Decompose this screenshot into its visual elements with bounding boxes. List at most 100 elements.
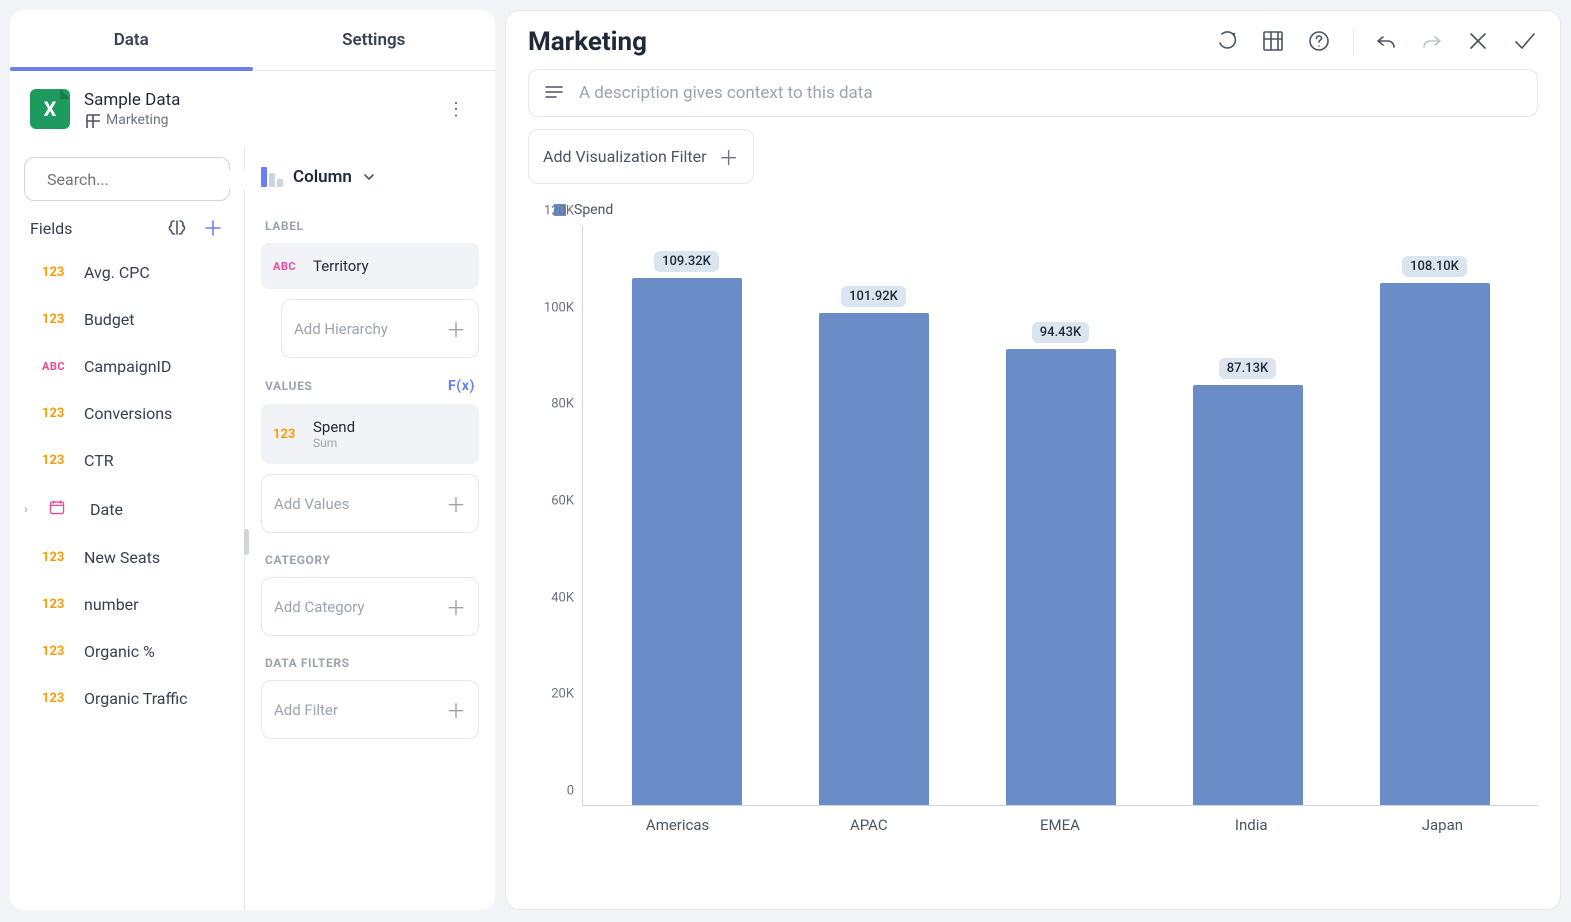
bar-group: 101.92K [780, 226, 967, 805]
text-type-icon: ABC [42, 360, 72, 373]
description-input[interactable]: A description gives context to this data [528, 69, 1538, 117]
datasource-subtitle: Marketing [106, 112, 169, 128]
fields-header: Fields [30, 219, 72, 238]
field-ctr[interactable]: 123CTR [24, 437, 230, 484]
label-chip-territory[interactable]: ABC Territory [261, 243, 479, 289]
field-conversions[interactable]: 123Conversions [24, 390, 230, 437]
grid-icon[interactable] [1261, 29, 1287, 55]
bar[interactable] [1006, 349, 1116, 805]
y-tick: 60K [551, 494, 574, 509]
field-organic-traffic[interactable]: 123 Organic Traffic [24, 675, 230, 722]
redo-icon[interactable] [1420, 29, 1446, 55]
plus-icon: ＋ [719, 142, 739, 171]
x-tick: Americas [582, 816, 773, 834]
plus-icon: ＋ [446, 314, 466, 343]
x-tick: EMEA [964, 816, 1155, 834]
number-type-icon: 123 [42, 691, 72, 706]
datasource: X Sample Data Marketing ⋮ [10, 71, 495, 147]
chevron-down-icon [362, 170, 376, 184]
drop-label: Add Filter [274, 701, 338, 719]
field-date[interactable]: ›Date [24, 484, 230, 534]
bar-group: 108.10K [1341, 226, 1528, 805]
field-name: Avg. CPC [84, 263, 150, 282]
number-type-icon: 123 [42, 597, 72, 612]
config-column: Column LABEL ABC Territory Add Hierarchy… [245, 147, 495, 910]
field-name: Date [90, 500, 123, 519]
left-panel: Data Settings X Sample Data Marketing ⋮ [10, 10, 495, 910]
section-category: CATEGORY [261, 539, 479, 577]
bar[interactable] [819, 313, 929, 805]
bar-label: 94.43K [1032, 322, 1089, 343]
bar[interactable] [632, 278, 742, 805]
bar-label: 109.32K [654, 251, 719, 272]
visualization-panel: Marketing A description gives context to… [505, 10, 1561, 910]
tab-data[interactable]: Data [10, 10, 253, 70]
excel-icon: X [30, 89, 70, 129]
help-icon[interactable] [1307, 29, 1333, 55]
confirm-icon[interactable] [1512, 29, 1538, 55]
add-category-button[interactable]: Add Category ＋ [261, 577, 479, 636]
bar-group: 94.43K [967, 226, 1154, 805]
section-values: VALUES F(x) [261, 364, 479, 404]
add-data-filter-button[interactable]: Add Filter ＋ [261, 680, 479, 739]
resize-handle[interactable] [244, 529, 249, 555]
y-tick: 100K [544, 300, 574, 315]
bar[interactable] [1380, 283, 1490, 805]
y-tick: 40K [551, 590, 574, 605]
plot-area: 109.32K 101.92K 94.43K 87.13K 108.10K [582, 226, 1538, 806]
field-name: number [84, 595, 139, 614]
refresh-icon[interactable] [1215, 29, 1241, 55]
field-campaignid[interactable]: ABC CampaignID [24, 343, 230, 390]
field-list: 123 Avg. CPC 123Budget ABC CampaignID 123Conv… [24, 249, 230, 900]
search-input[interactable] [47, 170, 250, 189]
viz-type-label: Column [293, 167, 352, 187]
number-type-icon: 123 [42, 406, 72, 421]
datasource-title: Sample Data [84, 90, 423, 110]
chip-sublabel: Sum [313, 436, 355, 450]
viz-type-selector[interactable]: Column [261, 163, 479, 205]
drop-label: Add Values [274, 495, 349, 513]
bar[interactable] [1193, 385, 1303, 805]
x-tick: APAC [773, 816, 964, 834]
chip-label: Spend [313, 418, 355, 436]
number-type-icon: 123 [42, 265, 72, 280]
field-name: CampaignID [84, 357, 171, 376]
text-type-icon: ABC [273, 260, 303, 273]
field-name: New Seats [84, 548, 160, 567]
fx-button[interactable]: F(x) [448, 378, 475, 394]
legend: Spend [528, 202, 1538, 218]
add-field-icon[interactable] [202, 217, 224, 239]
legend-label: Spend [574, 202, 613, 218]
number-type-icon: 123 [42, 550, 72, 565]
y-tick: 20K [551, 687, 574, 702]
tabs: Data Settings [10, 10, 495, 71]
field-name: Organic Traffic [84, 689, 188, 708]
bar-group: 87.13K [1154, 226, 1341, 805]
field-avg-cpc[interactable]: 123 Avg. CPC [24, 249, 230, 296]
close-icon[interactable] [1466, 29, 1492, 55]
field-organic-[interactable]: 123Organic % [24, 628, 230, 675]
add-viz-filter-button[interactable]: Add Visualization Filter ＋ [528, 129, 754, 184]
x-axis: AmericasAPACEMEAIndiaJapan [528, 816, 1538, 834]
field-number[interactable]: 123 number [24, 581, 230, 628]
more-menu-icon[interactable]: ⋮ [437, 99, 475, 120]
value-chip-spend[interactable]: 123 Spend Sum [261, 404, 479, 464]
chart-area: Spend 020K40K60K80K100K120K 109.32K101.9… [528, 202, 1538, 893]
brain-icon[interactable] [166, 217, 188, 239]
add-values-button[interactable]: Add Values ＋ [261, 474, 479, 533]
section-label: LABEL [261, 205, 479, 243]
column-chart-icon [261, 167, 283, 187]
x-tick: Japan [1347, 816, 1538, 834]
search-input-wrap[interactable] [24, 157, 230, 201]
bar-label: 87.13K [1219, 358, 1276, 379]
field-budget[interactable]: 123Budget [24, 296, 230, 343]
field-name: Organic % [84, 642, 155, 661]
undo-icon[interactable] [1374, 29, 1400, 55]
add-hierarchy-button[interactable]: Add Hierarchy ＋ [281, 299, 479, 358]
number-type-icon: 123 [42, 312, 72, 327]
tab-settings[interactable]: Settings [253, 10, 496, 70]
bar-group: 109.32K [593, 226, 780, 805]
button-label: Add Visualization Filter [543, 147, 707, 166]
page-title[interactable]: Marketing [528, 27, 1203, 57]
field-new-seats[interactable]: 123 New Seats [24, 534, 230, 581]
